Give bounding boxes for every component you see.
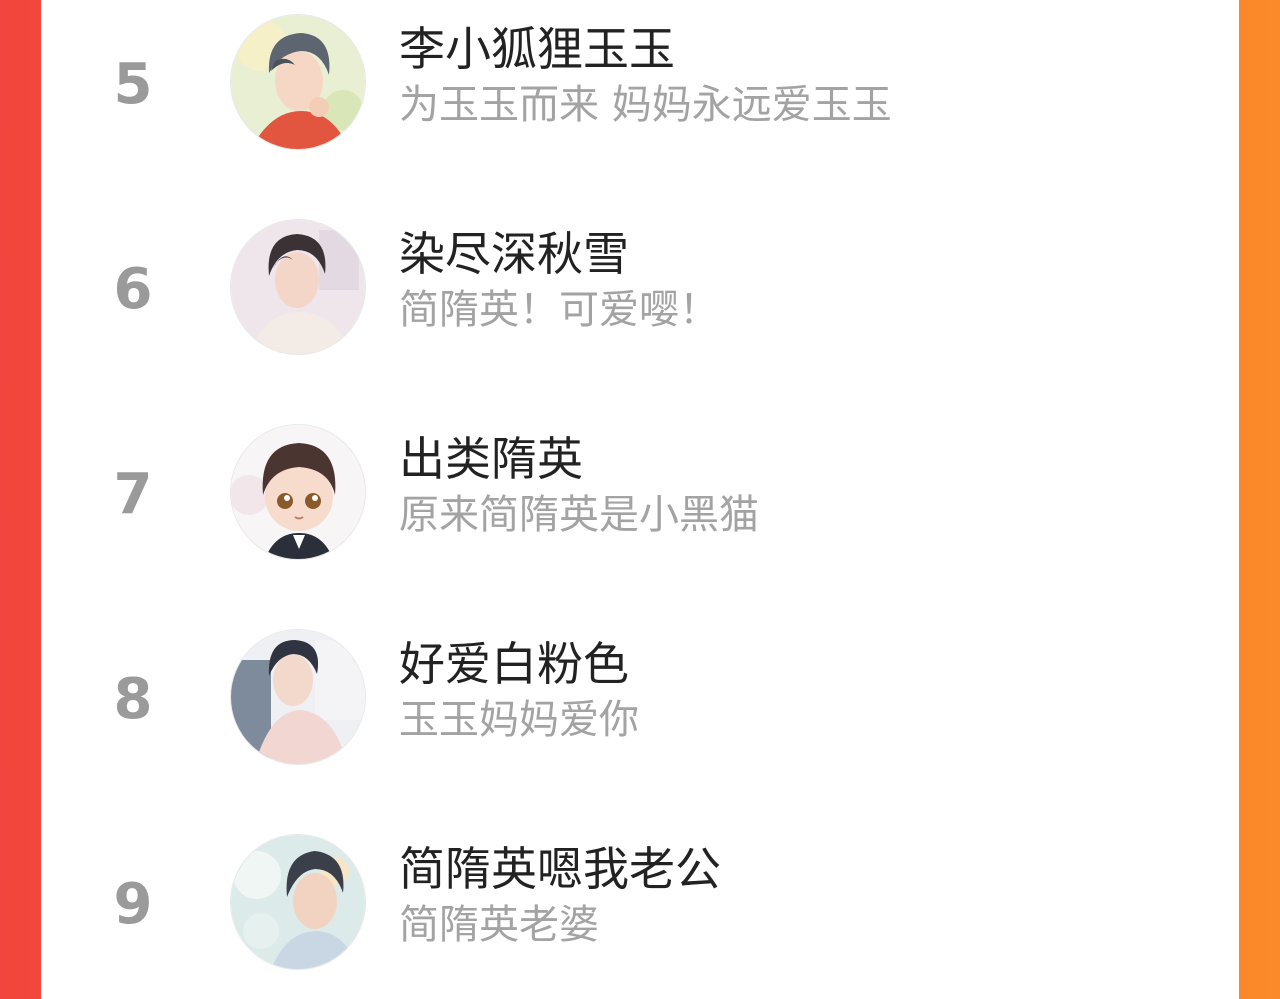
ranking-row[interactable]: 9 简隋英嗯我老公 简隋英老婆 [41,825,1239,975]
user-name: 简隋英嗯我老公 [399,842,721,896]
ranking-panel: 5 李小狐狸玉玉 为玉玉而来 妈妈永远爱玉玉 6 染尽深秋雪 简隋英！可爱嘤！ … [41,0,1239,999]
user-name: 李小狐狸玉玉 [399,22,675,76]
user-message: 简隋英！可爱嘤！ [399,287,719,333]
ranking-row[interactable]: 8 好爱白粉色 玉玉妈妈爱你 [41,620,1239,770]
avatar-anime-man-profile-icon[interactable] [230,834,366,970]
user-name: 染尽深秋雪 [399,227,629,281]
avatar-anime-man-dark-hair-icon[interactable] [230,219,366,355]
user-message: 为玉玉而来 妈妈永远爱玉玉 [399,82,892,128]
ranking-row[interactable]: 6 染尽深秋雪 简隋英！可爱嘤！ [41,210,1239,360]
rank-number: 8 [113,667,153,732]
rank-number: 9 [113,872,153,937]
user-name: 好爱白粉色 [399,637,629,691]
user-message: 简隋英老婆 [399,902,599,948]
rank-number: 6 [113,257,153,322]
ranking-row[interactable]: 7 出类隋英 原来简隋英是小黑猫 [41,415,1239,565]
user-message: 原来简隋英是小黑猫 [399,492,759,538]
rank-number: 5 [113,52,153,117]
ranking-row[interactable]: 5 李小狐狸玉玉 为玉玉而来 妈妈永远爱玉玉 [41,5,1239,155]
avatar-anime-man-pink-shirt-icon[interactable] [230,629,366,765]
avatar-chibi-boy-icon[interactable] [230,424,366,560]
user-message: 玉玉妈妈爱你 [399,697,639,743]
user-name: 出类隋英 [399,432,583,486]
rank-number: 7 [113,462,153,527]
ranking-list: 5 李小狐狸玉玉 为玉玉而来 妈妈永远爱玉玉 6 染尽深秋雪 简隋英！可爱嘤！ … [41,0,1239,999]
avatar-anime-boy-ash-hair-icon[interactable] [230,14,366,150]
